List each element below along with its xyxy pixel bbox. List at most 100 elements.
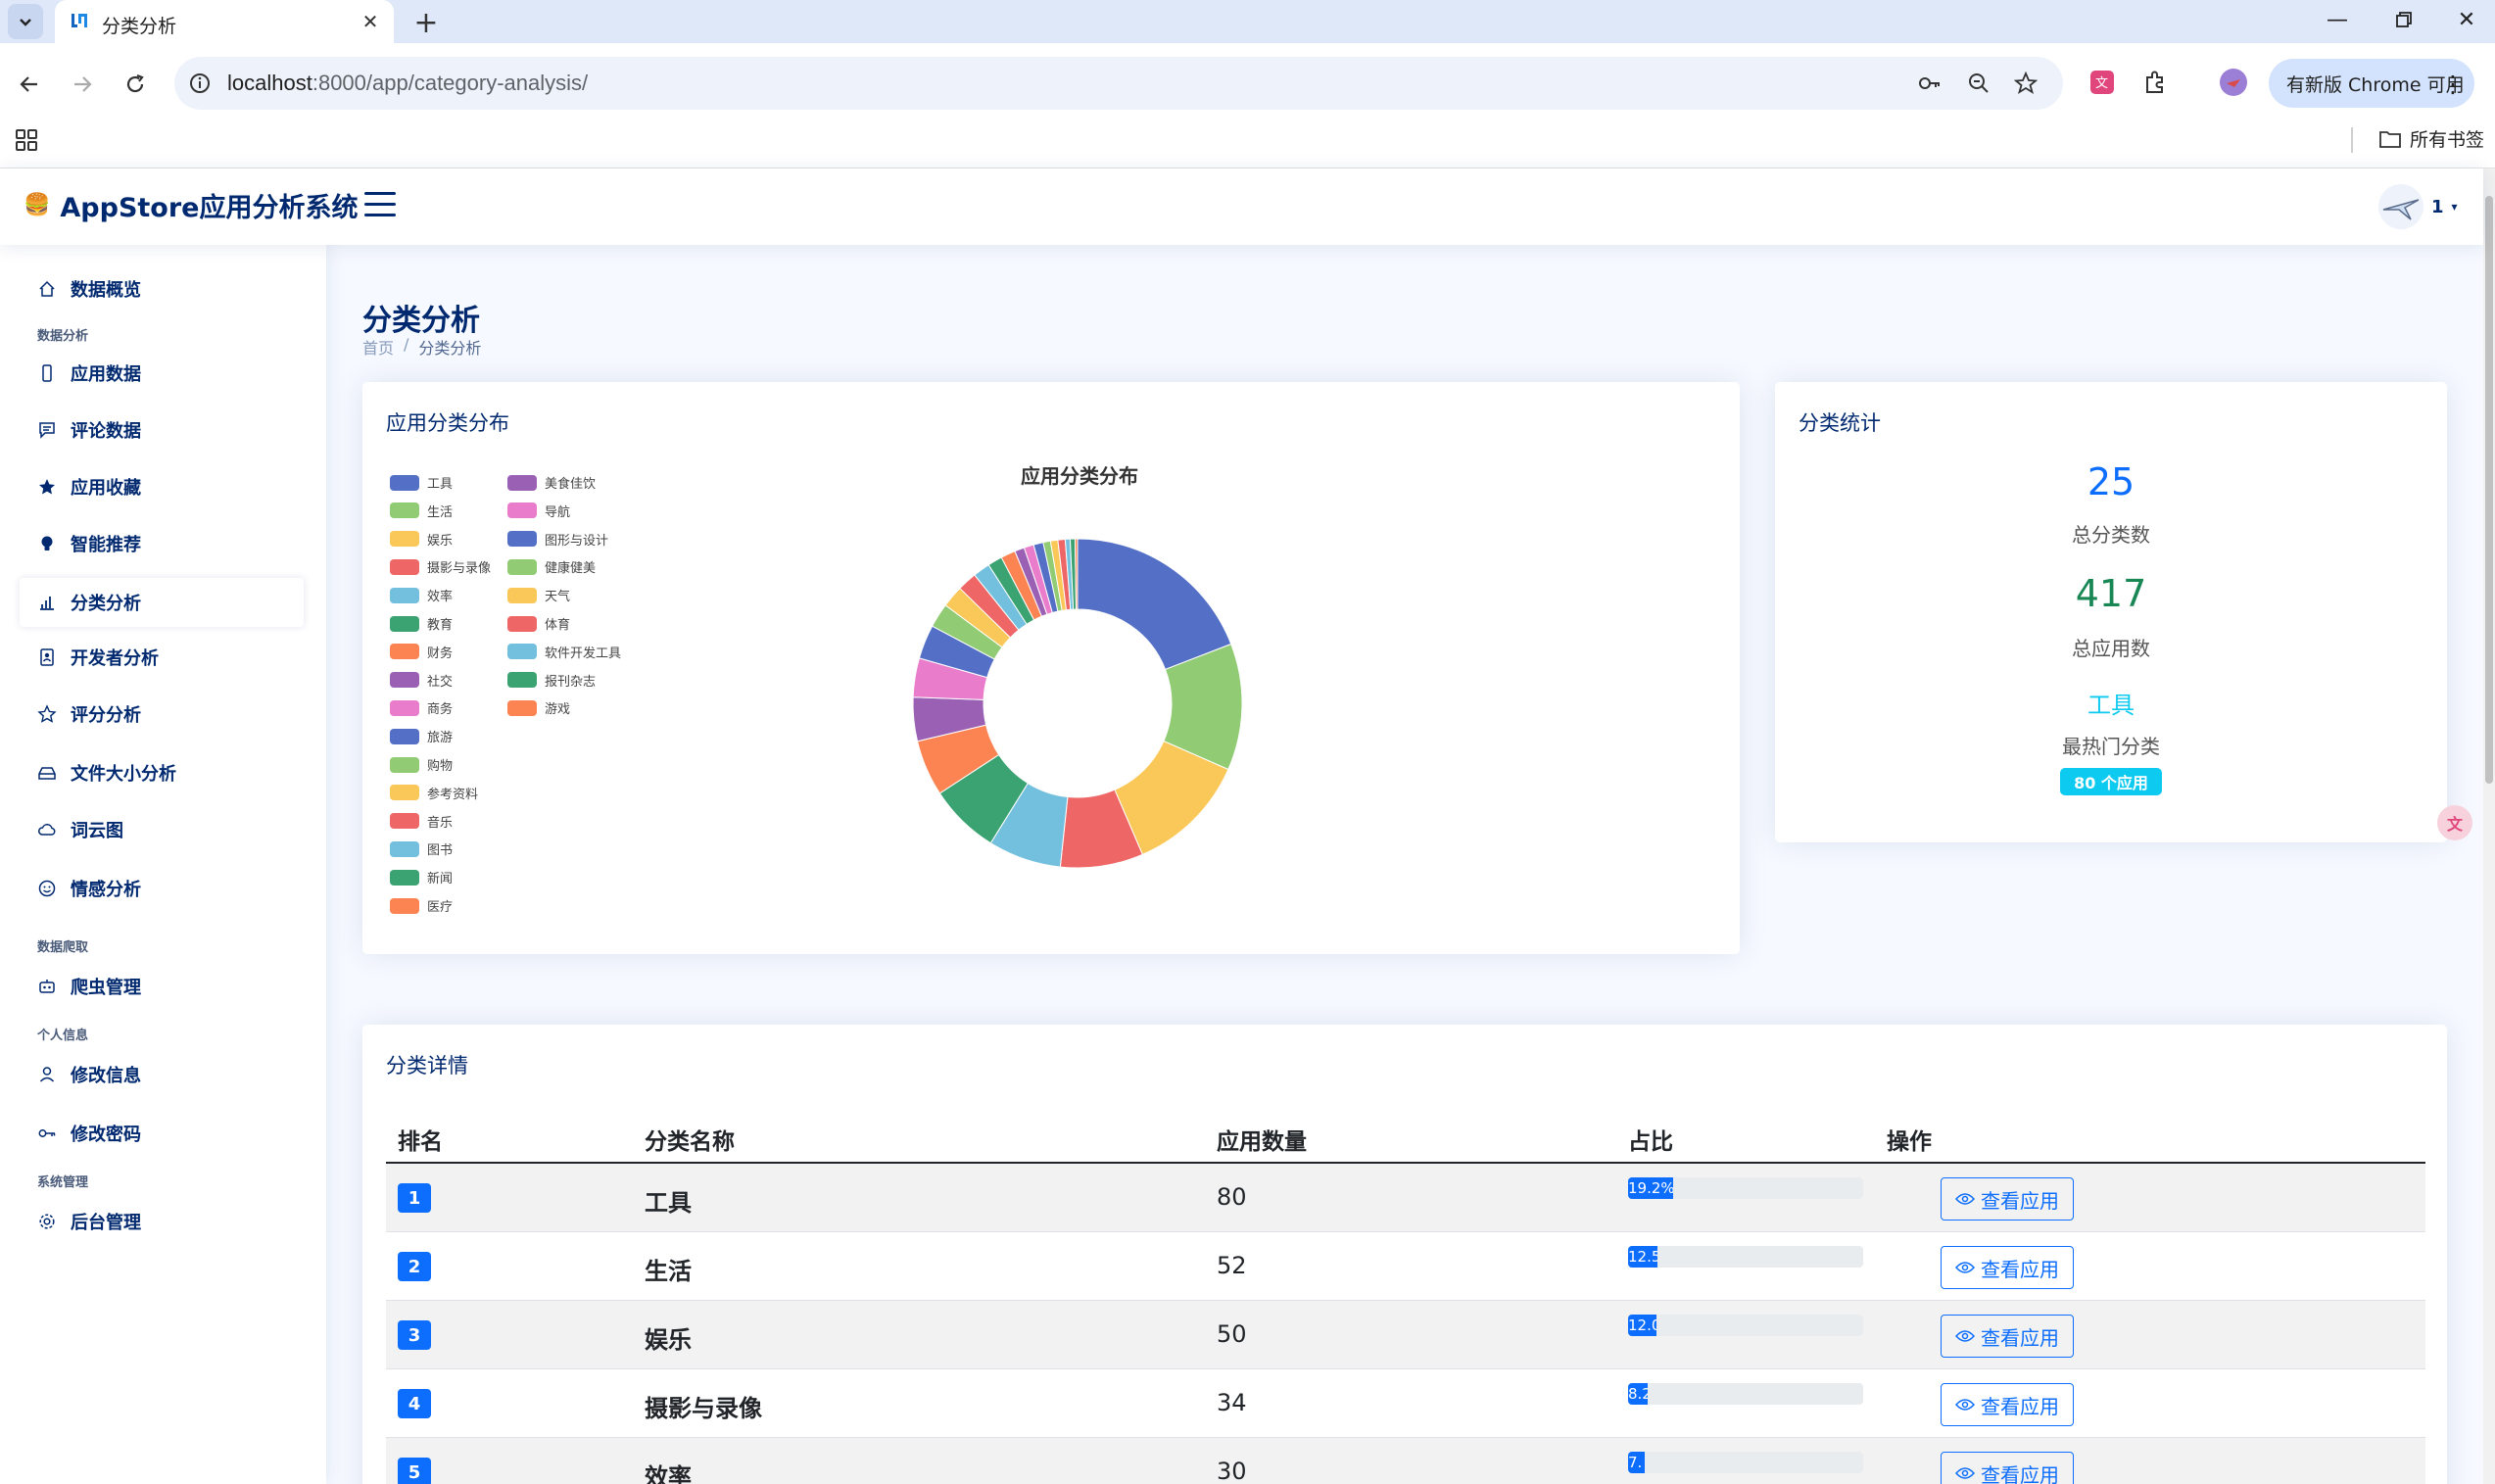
legend-swatch xyxy=(390,756,419,773)
legend-item[interactable]: 图形与设计 xyxy=(507,530,608,549)
sidebar-item-reviews[interactable]: 评论数据 xyxy=(20,406,304,455)
legend-label: 购物 xyxy=(427,759,454,774)
tab-search-button[interactable] xyxy=(8,4,43,39)
legend-item[interactable]: 天气 xyxy=(507,586,570,604)
sidebar-item-rating[interactable]: 评分分析 xyxy=(20,690,304,739)
legend-item[interactable]: 娱乐 xyxy=(390,530,453,549)
sidebar-item-overview[interactable]: 数据概览 xyxy=(20,264,304,313)
new-tab-button[interactable]: + xyxy=(409,6,443,40)
scrollbar-thumb[interactable] xyxy=(2485,196,2493,784)
sidebar-item-crawler[interactable]: 爬虫管理 xyxy=(20,962,304,1011)
breadcrumb-home[interactable]: 首页 xyxy=(362,335,394,359)
browser-tab[interactable]: 分类分析 ✕ xyxy=(55,0,394,43)
bookmark-star-icon[interactable] xyxy=(2012,70,2039,97)
legend-item[interactable]: 生活 xyxy=(390,502,453,520)
legend-item[interactable]: 摄影与录像 xyxy=(390,557,491,576)
legend-item[interactable]: 旅游 xyxy=(390,727,453,745)
all-bookmarks-button[interactable]: 所有书签 xyxy=(2378,125,2484,152)
sidebar-item-developer[interactable]: 开发者分析 xyxy=(20,633,304,682)
legend-item[interactable]: 财务 xyxy=(390,643,453,661)
sidebar-item-favorites[interactable]: 应用收藏 xyxy=(20,462,304,511)
robot-icon xyxy=(39,980,55,993)
sidebar-item-wordcloud[interactable]: 词云图 xyxy=(20,805,304,854)
view-apps-button[interactable]: 查看应用 xyxy=(1941,1177,2074,1221)
extensions-puzzle-icon[interactable] xyxy=(2139,67,2171,98)
legend-item[interactable]: 参考资料 xyxy=(390,784,478,802)
percentage-progress: 19.2% xyxy=(1628,1177,1863,1199)
legend-item[interactable]: 导航 xyxy=(507,502,570,520)
legend-item[interactable]: 新闻 xyxy=(390,868,453,886)
zoom-icon[interactable] xyxy=(1965,70,1992,97)
app-logo[interactable]: 🍔 AppStore应用分析系统 xyxy=(24,186,359,224)
more-menu-icon[interactable]: ⋮ xyxy=(2441,71,2465,98)
legend-item[interactable]: 健康健美 xyxy=(507,557,596,576)
eye-icon xyxy=(1955,1330,1975,1342)
forward-button[interactable] xyxy=(63,65,102,104)
view-apps-button[interactable]: 查看应用 xyxy=(1941,1383,2074,1426)
legend-item[interactable]: 社交 xyxy=(390,671,453,690)
legend-label: 财务 xyxy=(427,646,454,661)
eye-icon xyxy=(1955,1262,1975,1273)
close-window-icon[interactable]: ✕ xyxy=(2437,0,2495,39)
restore-icon[interactable] xyxy=(2375,0,2433,39)
password-key-icon[interactable] xyxy=(1916,70,1943,97)
breadcrumb: 首页 / 分类分析 xyxy=(362,335,481,359)
sidebar-item-app-data[interactable]: 应用数据 xyxy=(20,349,304,398)
minimize-icon[interactable]: — xyxy=(2308,0,2367,39)
toggle-sidebar-icon[interactable] xyxy=(364,192,396,219)
category-name: 生活 xyxy=(645,1258,692,1285)
sidebar-item-label: 爬虫管理 xyxy=(71,978,141,998)
sidebar-item-profile[interactable]: 修改信息 xyxy=(20,1050,304,1099)
legend-label: 娱乐 xyxy=(427,533,454,549)
legend-item[interactable]: 商务 xyxy=(390,698,453,717)
chrome-update-button[interactable]: 有新版 Chrome 可用 ⋮ xyxy=(2269,59,2474,108)
legend-item[interactable]: 效率 xyxy=(390,586,453,604)
legend-item[interactable]: 美食佳饮 xyxy=(507,473,596,492)
legend-item[interactable]: 软件开发工具 xyxy=(507,643,621,661)
chat-icon xyxy=(39,422,55,439)
legend-item[interactable]: 教育 xyxy=(390,614,453,633)
category-name: 效率 xyxy=(645,1463,692,1484)
progress-fill: 12.0 xyxy=(1628,1315,1656,1336)
close-tab-icon[interactable]: ✕ xyxy=(359,10,382,33)
sidebar-item-password[interactable]: 修改密码 xyxy=(20,1109,304,1158)
legend-item[interactable]: 游戏 xyxy=(507,698,570,717)
view-apps-button[interactable]: 查看应用 xyxy=(1941,1315,2074,1358)
sidebar-item-recommend[interactable]: 智能推荐 xyxy=(20,519,304,568)
sidebar-item-admin[interactable]: 后台管理 xyxy=(20,1197,304,1246)
legend-label: 天气 xyxy=(545,590,571,605)
percentage-progress: 12.5 xyxy=(1628,1246,1863,1268)
profile-avatar-icon[interactable] xyxy=(2218,67,2249,98)
legend-item[interactable]: 购物 xyxy=(390,755,453,774)
sidebar-item-filesize[interactable]: 文件大小分析 xyxy=(20,748,304,797)
legend-item[interactable]: 体育 xyxy=(507,614,570,633)
legend-item[interactable]: 报刊杂志 xyxy=(507,671,596,690)
breadcrumb-current: 分类分析 xyxy=(418,339,482,358)
legend-item[interactable]: 工具 xyxy=(390,473,453,492)
legend-swatch xyxy=(390,785,419,801)
legend-item[interactable]: 医疗 xyxy=(390,896,453,915)
reload-button[interactable] xyxy=(116,65,155,104)
address-bar[interactable]: localhost:8000/app/category-analysis/ xyxy=(174,57,2063,110)
legend-item[interactable]: 图书 xyxy=(390,839,453,858)
site-info-icon[interactable] xyxy=(186,70,214,97)
category-stats-card: 分类统计 25 总分类数 417 总应用数 工具 最热门分类 80 个应用 xyxy=(1775,382,2447,842)
page-title: 分类分析 xyxy=(362,304,480,338)
profile-dropdown[interactable]: 1 ▾ xyxy=(2378,184,2458,229)
table-row: 3 娱乐 50 12.0 查看应用 xyxy=(386,1301,2425,1369)
sidebar-item-category[interactable]: 分类分析 xyxy=(20,578,304,627)
translate-extension-icon[interactable]: 文 xyxy=(2087,67,2118,98)
view-apps-button[interactable]: 查看应用 xyxy=(1941,1246,2074,1289)
donut-slice[interactable] xyxy=(1077,538,1232,671)
apps-grid-icon[interactable] xyxy=(14,127,39,153)
floating-translate-icon[interactable]: 文 xyxy=(2437,805,2472,840)
rank-badge: 1 xyxy=(398,1183,431,1213)
back-button[interactable] xyxy=(10,65,49,104)
legend-label: 美食佳饮 xyxy=(545,477,597,492)
legend-swatch xyxy=(390,699,419,716)
view-apps-button[interactable]: 查看应用 xyxy=(1941,1452,2074,1484)
legend-swatch xyxy=(507,474,537,491)
legend-item[interactable]: 音乐 xyxy=(390,812,453,831)
sidebar-item-sentiment[interactable]: 情感分析 xyxy=(20,864,304,913)
legend-label: 摄影与录像 xyxy=(427,561,492,577)
